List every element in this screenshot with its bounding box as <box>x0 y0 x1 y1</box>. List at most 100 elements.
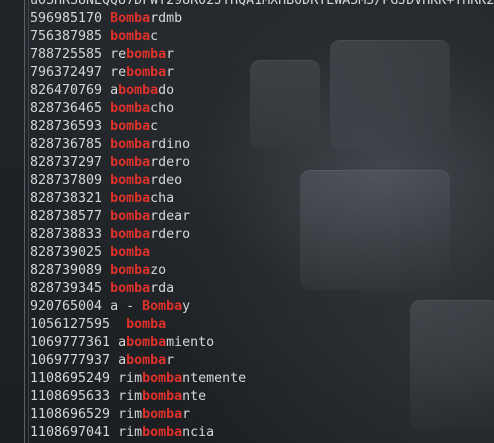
line-id: 828739025 <box>30 245 103 260</box>
terminal-output[interactable]: uOSHRS8NEQQ87DFWY298R02JTHQA1MXHB0DRYEWA… <box>30 0 494 442</box>
search-match-highlight: bomba <box>142 407 183 422</box>
line-prefix: re <box>110 65 127 80</box>
line-id: 828736785 <box>30 137 103 152</box>
terminal-line: 1069777361 abombamiento <box>30 334 494 352</box>
search-match-highlight: bomba <box>110 101 151 116</box>
line-suffix: nte <box>182 389 207 404</box>
line-suffix: rdero <box>150 155 191 170</box>
search-match-highlight: bomba <box>142 389 183 404</box>
line-suffix: rdino <box>150 137 191 152</box>
search-match-highlight: bomba <box>142 371 183 386</box>
search-match-highlight: Bomba <box>110 11 151 26</box>
line-suffix: rdmb <box>150 11 183 26</box>
terminal-line: 828739345 bombarda <box>30 280 494 298</box>
line-id: 828737297 <box>30 155 103 170</box>
terminal-line: 788725585 rebombar <box>30 46 494 64</box>
line-id: 1108697041 <box>30 425 111 440</box>
terminal-line: 826470769 abombado <box>30 82 494 100</box>
line-suffix: ntemente <box>182 371 247 386</box>
search-match-highlight: bomba <box>126 317 167 332</box>
line-prefix: rim <box>118 407 143 422</box>
line-id: 828736465 <box>30 101 103 116</box>
terminal-line: 828737809 bombardeo <box>30 172 494 190</box>
line-prefix: rim <box>118 371 143 386</box>
search-match-highlight: bomba <box>118 83 159 98</box>
line-id: 828738321 <box>30 191 103 206</box>
line-prefix: rim <box>118 425 143 440</box>
line-prefix <box>118 317 126 332</box>
line-id: 828739345 <box>30 281 103 296</box>
line-prefix: rim <box>118 389 143 404</box>
terminal-line: 1056127595 bomba <box>30 316 494 334</box>
line-suffix: miento <box>166 335 215 350</box>
search-match-highlight: bomba <box>142 425 183 440</box>
terminal-line: 828736785 bombardino <box>30 136 494 154</box>
terminal-line: 1108695249 rimbombantemente <box>30 370 494 388</box>
line-suffix: rdear <box>150 209 191 224</box>
terminal-line: 828739089 bombazo <box>30 262 494 280</box>
line-suffix: cha <box>150 191 175 206</box>
terminal-line: 828739025 bomba <box>30 244 494 262</box>
search-match-highlight: bomba <box>110 173 151 188</box>
terminal-line: 828738833 bombardero <box>30 226 494 244</box>
line-id: 828737809 <box>30 173 103 188</box>
line-prefix: a <box>110 83 119 98</box>
line-id: 788725585 <box>30 47 103 62</box>
line-id: 828738833 <box>30 227 103 242</box>
terminal-line: 1069777937 abombar <box>30 352 494 370</box>
search-match-highlight: bomba <box>126 65 167 80</box>
line-id: 826470769 <box>30 83 103 98</box>
line-suffix: r <box>166 65 175 80</box>
terminal-line: 828736593 bombac <box>30 118 494 136</box>
search-match-highlight: bomba <box>110 281 151 296</box>
terminal-line: 828736465 bombacho <box>30 100 494 118</box>
line-id: 828736593 <box>30 119 103 134</box>
search-match-highlight: bomba <box>110 119 151 134</box>
line-id: 796372497 <box>30 65 103 80</box>
line-suffix: y <box>182 299 191 314</box>
line-id: 596985170 <box>30 11 103 26</box>
terminal-line: 828737297 bombardero <box>30 154 494 172</box>
terminal-line-top: uOSHRS8NEQQ87DFWY298R02JTHQA1MXHB0DRYEWA… <box>30 0 494 8</box>
line-suffix: c <box>150 29 159 44</box>
search-match-highlight: bomba <box>126 47 167 62</box>
terminal-line: 1108697041 rimbombancia <box>30 424 494 442</box>
search-match-highlight: bomba <box>110 245 151 260</box>
line-id: 1108695249 <box>30 371 111 386</box>
line-id: 756387985 <box>30 29 103 44</box>
line-id: 920765004 <box>30 299 103 314</box>
line-prefix: a <box>118 353 127 368</box>
line-suffix: rdero <box>150 227 191 242</box>
terminal-lines: 596985170 Bombardmb 756387985 bombac 78872… <box>30 10 494 442</box>
line-prefix: a <box>118 335 127 350</box>
line-suffix: c <box>150 119 159 134</box>
search-match-highlight: bomba <box>126 353 167 368</box>
line-id: 1069777361 <box>30 335 111 350</box>
editor-gutter <box>0 0 29 443</box>
line-suffix: do <box>158 83 175 98</box>
line-prefix: a - <box>110 299 143 314</box>
terminal-line: 1108695633 rimbombante <box>30 388 494 406</box>
search-match-highlight: Bomba <box>142 299 183 314</box>
terminal-line: 596985170 Bombardmb <box>30 10 494 28</box>
terminal-line: 828738321 bombacha <box>30 190 494 208</box>
search-match-highlight: bomba <box>110 209 151 224</box>
line-suffix: r <box>182 407 191 422</box>
line-id: 828739089 <box>30 263 103 278</box>
search-match-highlight: bomba <box>110 29 151 44</box>
line-suffix: ncia <box>182 425 215 440</box>
line-suffix: zo <box>150 263 167 278</box>
line-id: 1056127595 <box>30 317 111 332</box>
line-id: 1069777937 <box>30 353 111 368</box>
line-suffix: r <box>166 47 175 62</box>
search-match-highlight: bomba <box>110 155 151 170</box>
terminal-line: 796372497 rebombar <box>30 64 494 82</box>
search-match-highlight: bomba <box>110 191 151 206</box>
line-suffix: rda <box>150 281 175 296</box>
search-match-highlight: bomba <box>126 335 167 350</box>
terminal-line: 1108696529 rimbombar <box>30 406 494 424</box>
line-id: 828738577 <box>30 209 103 224</box>
search-match-highlight: bomba <box>110 137 151 152</box>
line-suffix: cho <box>150 101 175 116</box>
search-match-highlight: bomba <box>110 263 151 278</box>
